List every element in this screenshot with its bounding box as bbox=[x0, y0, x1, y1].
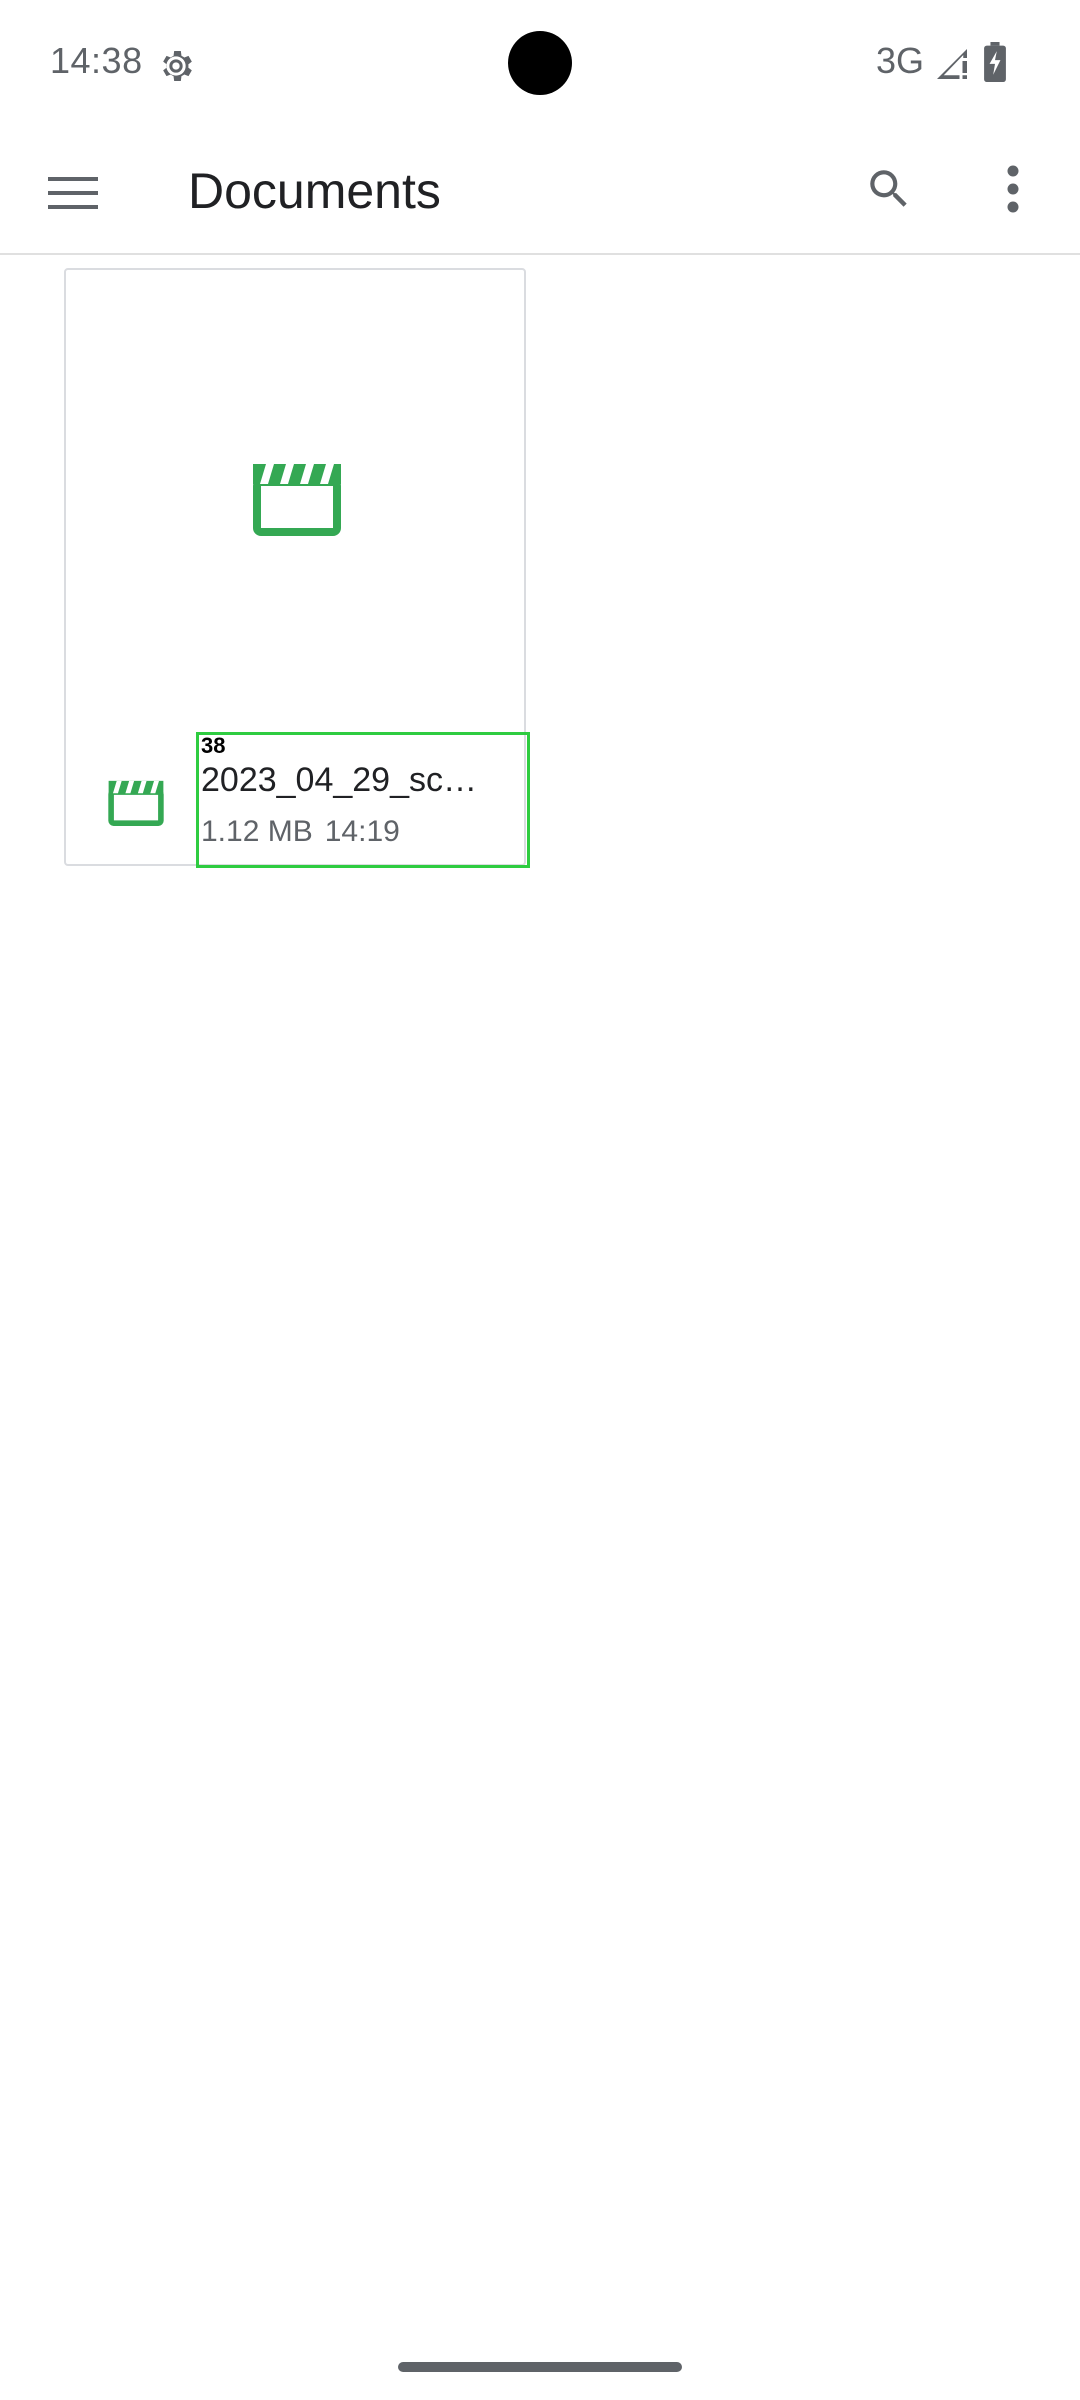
element-index-badge: 38 bbox=[201, 733, 226, 758]
file-time: 14:19 bbox=[324, 815, 400, 848]
file-grid-item[interactable]: 38 2023_04_29_sc… 1.12 MB 14:19 bbox=[64, 268, 530, 868]
menu-icon bbox=[48, 177, 98, 209]
app-bar-divider bbox=[0, 253, 1080, 255]
video-type-icon bbox=[108, 780, 164, 826]
more-options-button[interactable] bbox=[980, 156, 1046, 222]
signal-icon bbox=[937, 49, 967, 79]
video-clapperboard-icon bbox=[253, 464, 341, 536]
page-title: Documents bbox=[188, 163, 441, 219]
network-type: 3G bbox=[876, 40, 925, 81]
camera-cutout bbox=[508, 31, 572, 95]
search-button[interactable] bbox=[856, 156, 922, 222]
settings-gear-icon bbox=[163, 51, 192, 81]
screen: 14:38 3G Documents 38 2023_04_29_sc… 1.1… bbox=[0, 0, 1080, 2400]
gesture-nav-handle[interactable] bbox=[398, 2362, 682, 2372]
file-name: 2023_04_29_sc… bbox=[201, 761, 478, 799]
battery-charging-icon bbox=[984, 42, 1006, 82]
file-meta: 1.12 MB 14:19 bbox=[201, 815, 400, 849]
search-icon bbox=[870, 170, 907, 207]
more-vert-icon bbox=[1007, 165, 1019, 213]
status-time: 14:38 bbox=[50, 40, 143, 81]
status-bar: 14:38 3G bbox=[0, 0, 1080, 130]
menu-button[interactable] bbox=[40, 160, 106, 226]
app-bar: Documents bbox=[0, 130, 1080, 254]
file-size: 1.12 MB bbox=[201, 815, 313, 848]
file-info-highlight[interactable]: 38 2023_04_29_sc… 1.12 MB 14:19 bbox=[196, 732, 530, 868]
